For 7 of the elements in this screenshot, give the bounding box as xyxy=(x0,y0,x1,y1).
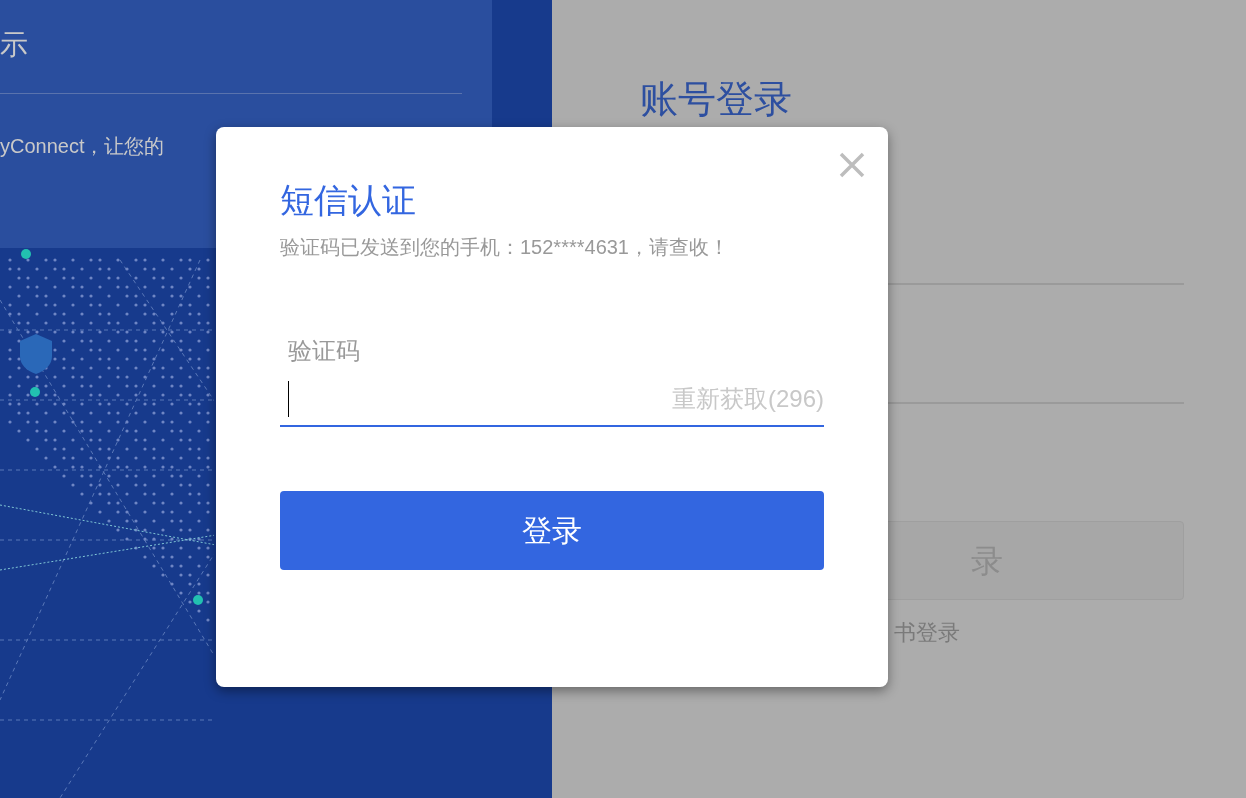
dialog-title: 短信认证 xyxy=(280,183,417,217)
login-title: 账号登录 xyxy=(640,80,793,118)
code-label: 验证码 xyxy=(288,339,361,363)
dialog-message: 验证码已发送到您的手机：152****4631，请查收！ xyxy=(280,235,730,260)
card-title: 示 xyxy=(0,31,29,59)
card-text: yConnect，让您的 xyxy=(0,136,166,156)
submit-button[interactable]: 登录 xyxy=(280,491,824,570)
